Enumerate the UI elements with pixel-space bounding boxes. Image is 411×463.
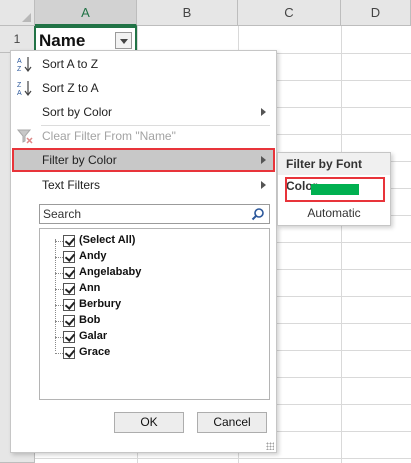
menu-text-filters-label: Text Filters [42, 178, 101, 192]
grid-line [35, 458, 411, 459]
menu-filter-by-color[interactable]: Filter by Color [12, 148, 275, 172]
cell-a1-value: Name [39, 31, 86, 50]
menu-clear-filter: Clear Filter From "Name" [12, 124, 275, 148]
column-header-a[interactable]: A [35, 0, 137, 26]
font-color-option[interactable] [285, 177, 385, 202]
list-item-label: (Select All) [79, 234, 136, 246]
svg-text:A: A [17, 58, 22, 65]
checkbox-checked-icon[interactable] [63, 251, 75, 263]
corner-triangle-icon [22, 13, 31, 22]
sort-za-icon: ZA [16, 79, 34, 97]
select-all-corner[interactable] [0, 0, 35, 26]
menu-text-filters[interactable]: Text Filters [12, 173, 275, 197]
checkbox-checked-icon[interactable] [63, 299, 75, 311]
search-input[interactable]: Search [39, 204, 270, 224]
row-header-1[interactable]: 1 [0, 26, 35, 53]
menu-sort-a-to-z-label: Sort A to Z [42, 57, 99, 71]
menu-filter-by-color-label: Filter by Color [42, 153, 117, 167]
filter-dropdown-button[interactable] [115, 32, 132, 49]
search-placeholder: Search [43, 207, 82, 221]
submenu-arrow-icon [261, 181, 266, 189]
checkbox-checked-icon[interactable] [63, 267, 75, 279]
cancel-button[interactable]: Cancel [197, 412, 267, 433]
ok-button[interactable]: OK [114, 412, 184, 433]
clear-filter-icon [16, 127, 34, 145]
list-item-label: Ann [79, 282, 101, 294]
menu-sort-by-color-label: Sort by Color [42, 105, 113, 119]
checkbox-checked-icon[interactable] [63, 347, 75, 359]
list-item-label: Angelababy [79, 266, 142, 278]
list-item-label: Grace [79, 346, 111, 358]
submenu-arrow-icon [261, 108, 266, 116]
list-item-label: Berbury [79, 298, 122, 310]
resize-grip-icon[interactable] [266, 442, 274, 450]
menu-sort-z-to-a[interactable]: ZA Sort Z to A [12, 76, 275, 100]
checkbox-checked-icon[interactable] [63, 283, 75, 295]
menu-sort-a-to-z[interactable]: AZ Sort A to Z [12, 52, 275, 76]
list-item-label: Bob [79, 314, 101, 326]
grid-line [341, 26, 342, 463]
search-icon[interactable] [251, 207, 265, 221]
list-item-label: Galar [79, 330, 108, 342]
checkbox-checked-icon[interactable] [63, 315, 75, 327]
cell-a1[interactable]: Name [34, 26, 137, 53]
column-header-d[interactable]: D [341, 0, 411, 26]
svg-text:Z: Z [17, 66, 22, 73]
menu-sort-z-to-a-label: Sort Z to A [42, 81, 99, 95]
filter-by-color-submenu: Filter by Font Color Automatic [277, 152, 391, 226]
column-header-c[interactable]: C [238, 0, 341, 26]
svg-text:A: A [17, 90, 22, 97]
column-header-b[interactable]: B [137, 0, 238, 26]
automatic-option[interactable]: Automatic [278, 206, 390, 220]
sort-az-icon: AZ [16, 55, 34, 73]
filter-dropdown-menu: AZ Sort A to Z ZA Sort Z to A Sort by Co… [10, 50, 277, 453]
submenu-arrow-icon [261, 156, 266, 164]
menu-sort-by-color[interactable]: Sort by Color [12, 100, 275, 124]
filter-value-list[interactable]: (Select All) Andy Angelababy Ann Berbury… [39, 228, 270, 400]
checkbox-checked-icon[interactable] [63, 331, 75, 343]
menu-clear-filter-label: Clear Filter From "Name" [42, 129, 176, 143]
tree-line [55, 239, 56, 351]
checkbox-checked-icon[interactable] [63, 235, 75, 247]
submenu-title: Filter by Font Color [278, 153, 390, 193]
list-item-label: Andy [79, 250, 107, 262]
svg-text:Z: Z [17, 82, 22, 89]
green-color-swatch[interactable] [311, 184, 359, 195]
